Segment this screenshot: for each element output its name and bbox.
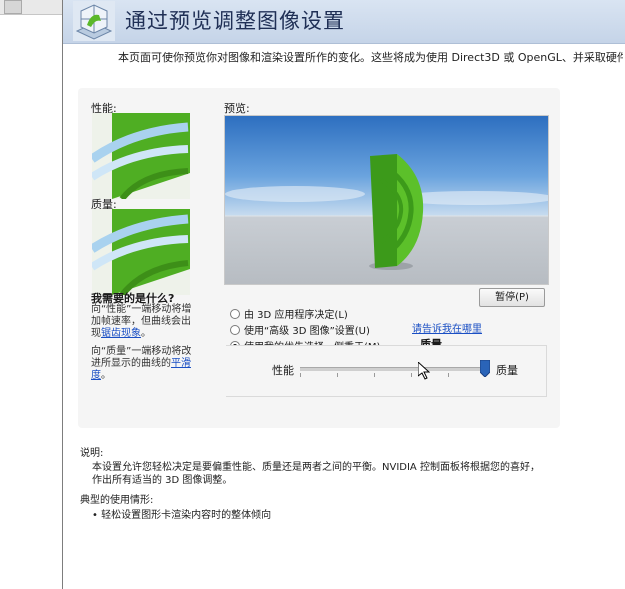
description-text: 本设置允许您轻松决定是要偏重性能、质量还是两者之间的平衡。NVIDIA 控制面板… <box>92 462 540 486</box>
3d-settings-icon <box>73 1 115 41</box>
radio-app-controlled[interactable] <box>230 308 240 319</box>
page-header: 通过预览调整图像设置 <box>63 0 625 44</box>
3d-preview-viewport <box>224 115 549 285</box>
left-navigation-pane <box>0 0 63 589</box>
quality-slider-track[interactable] <box>300 367 486 371</box>
quality-slider-thumb[interactable] <box>480 360 490 377</box>
pause-button[interactable]: 暂停(P) <box>479 288 545 307</box>
usage-item: • 轻松设置图形卡渲染内容时的整体倾向 <box>92 510 272 521</box>
help-performance-text: 向“性能”一端移动将增加帧速率，但曲线会出现锯齿现象。 <box>91 304 192 339</box>
nav-toolbar <box>0 0 62 15</box>
dropdown-button[interactable] <box>4 0 22 14</box>
quality-thumbnail <box>92 209 190 295</box>
usage-label: 典型的使用情形: <box>80 495 154 506</box>
slider-left-label: 性能 <box>272 364 294 377</box>
mouse-cursor-icon <box>418 362 430 380</box>
slider-ticks <box>300 373 486 377</box>
page-intro-text: 本页面可使你预览你对图像和渲染设置所作的变化。这些将成为使用 Direct3D … <box>118 51 623 64</box>
page-title: 通过预览调整图像设置 <box>125 9 345 33</box>
radio-advanced-settings[interactable] <box>230 324 240 335</box>
option-advanced-settings[interactable]: 使用“高级 3D 图像”设置(U) <box>230 322 370 337</box>
performance-thumbnail <box>92 113 190 199</box>
aliasing-link[interactable]: 锯齿现象 <box>101 328 141 339</box>
description-label: 说明: <box>80 448 104 459</box>
slider-right-label: 质量 <box>496 364 518 377</box>
show-me-where-link[interactable]: 请告诉我在哪里 <box>412 320 482 335</box>
option-app-controlled[interactable]: 由 3D 应用程序决定(L) <box>230 306 348 321</box>
help-quality-text: 向“质量”一端移动将改进所显示的曲线的平滑度。 <box>91 346 192 381</box>
preview-label: 预览: <box>224 102 250 115</box>
